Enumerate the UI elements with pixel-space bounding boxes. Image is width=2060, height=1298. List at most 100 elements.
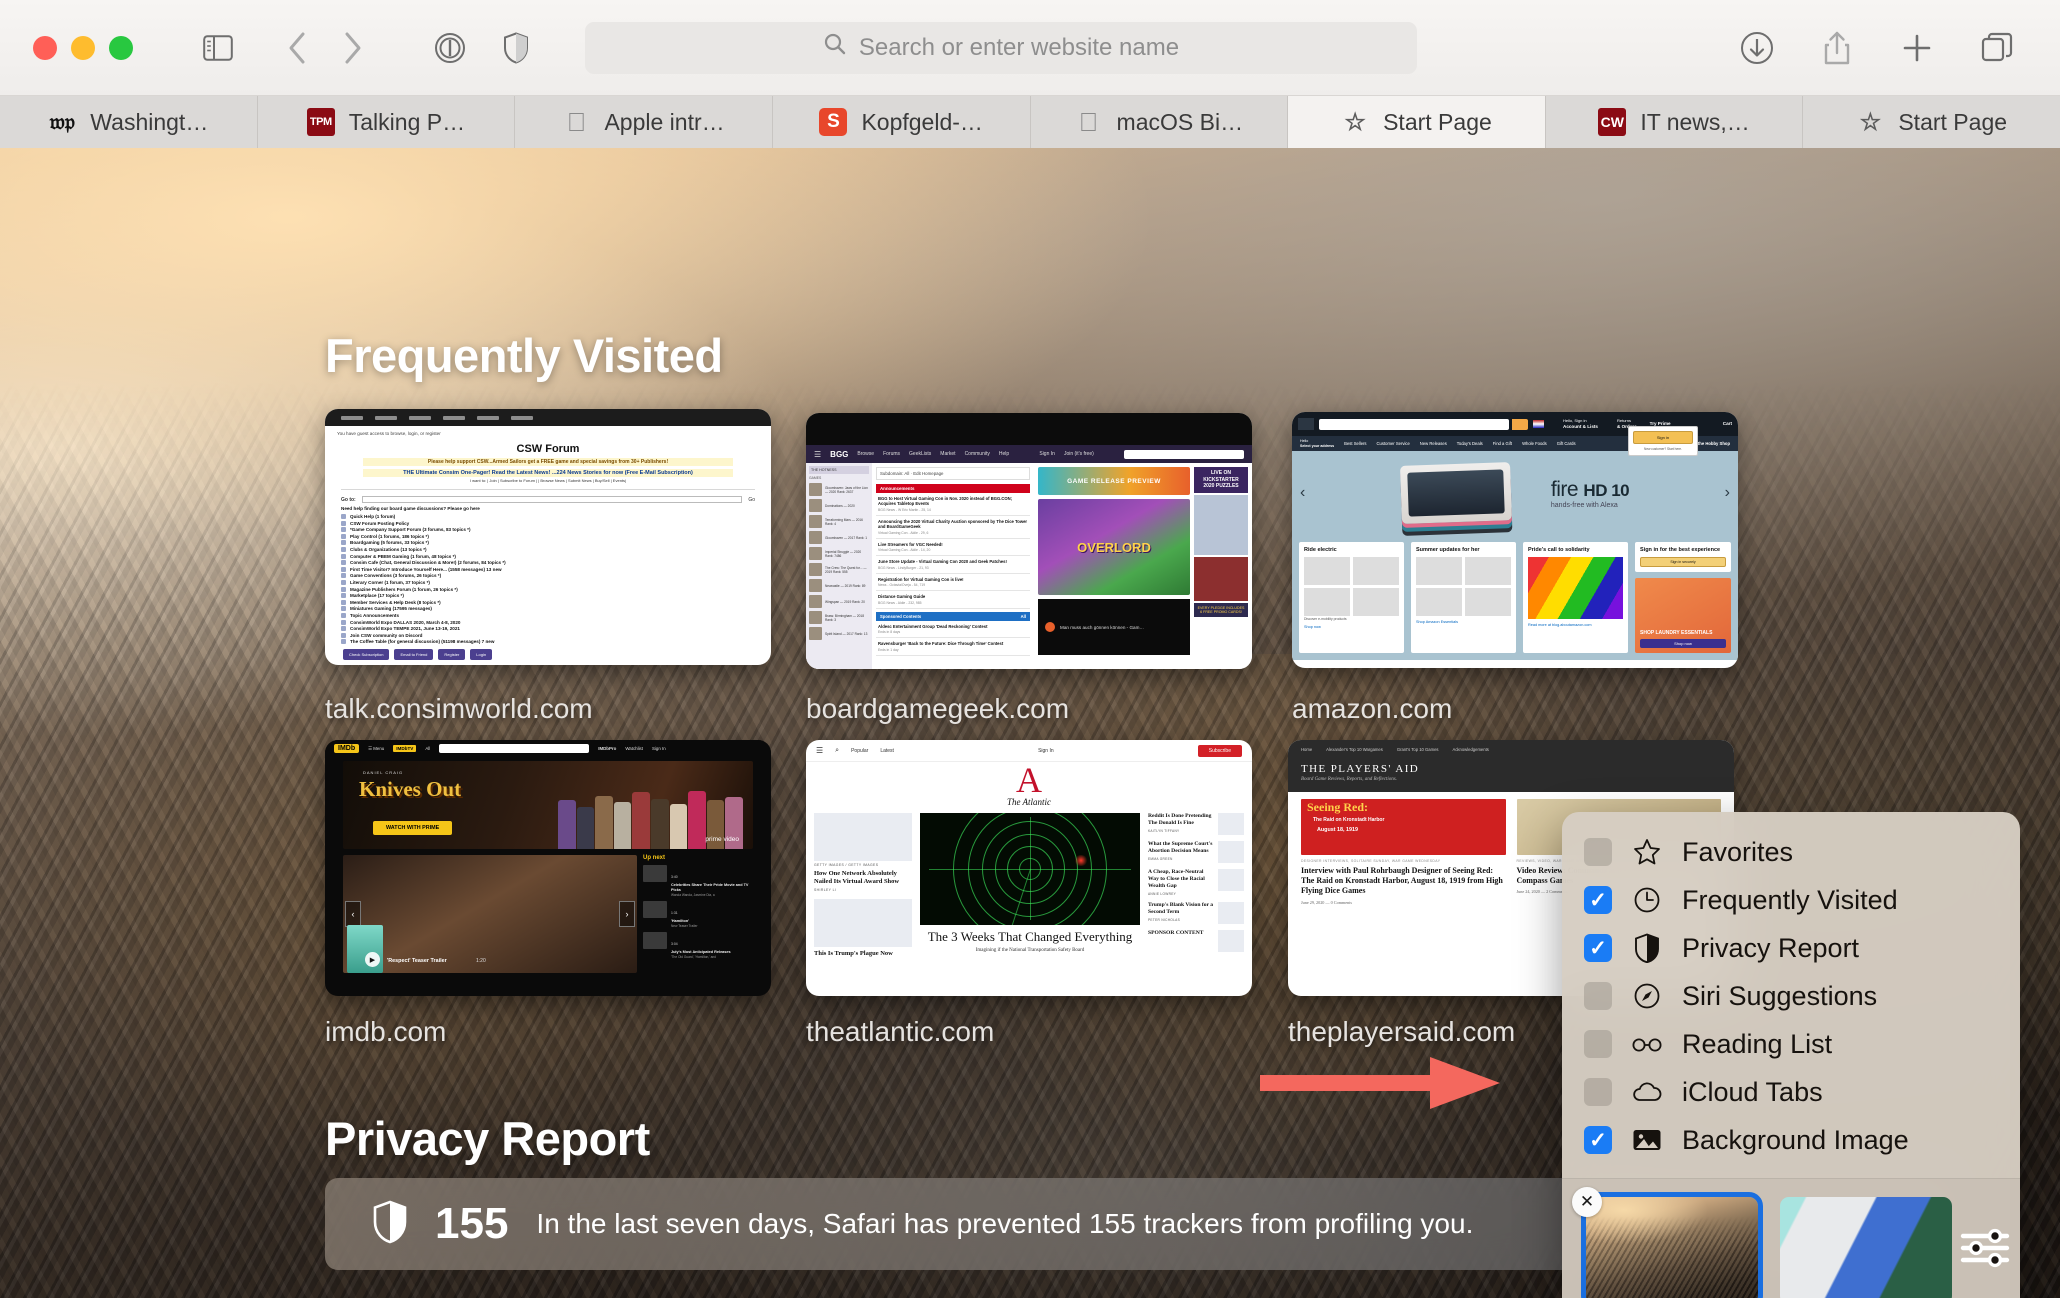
tile-theatlantic[interactable]: ☰ ⌕ Popular Latest Sign In Subscribe A The…	[806, 740, 1252, 996]
list-item[interactable]: *Game Company Support Forum (3 forums, 8…	[341, 527, 755, 533]
tile-imdb[interactable]: IMDb ☰ Menu IMDbTV All IMDbPro Watchlist…	[325, 740, 771, 996]
list-item[interactable]: Wingspan — 2019 Rank: 20	[809, 595, 869, 608]
list-item[interactable]: Reddit Is Done Pretending The Donald Is …	[1148, 812, 1244, 835]
tab-macos-big-sur[interactable]:  macOS Bi…	[1030, 96, 1289, 148]
popover-item-frequently-visited[interactable]: Frequently Visited	[1562, 876, 2020, 924]
big-sur-photo-thumbnail[interactable]	[1581, 1192, 1763, 1298]
frequently-visited-checkbox[interactable]	[1584, 886, 1612, 914]
background-image-checkbox[interactable]	[1584, 1126, 1612, 1154]
players-aid-post-1[interactable]: Seeing Red: The Raid on Kronstadt Harbor…	[1301, 799, 1506, 905]
amazon-laundry-ad[interactable]: SHOP LAUNDRY ESSENTIALS Shop now	[1635, 578, 1731, 653]
list-item[interactable]: Topic Announcements	[341, 612, 755, 618]
list-item[interactable]: Computer & PBEM Gaming (1 forum, 48 topi…	[341, 553, 755, 559]
popover-item-siri-suggestions[interactable]: Siri Suggestions	[1562, 972, 2020, 1020]
close-icon[interactable]: ✕	[1572, 1187, 1602, 1217]
tab-kopfgeld[interactable]: S Kopfgeld-…	[772, 96, 1031, 148]
favorites-checkbox[interactable]	[1584, 838, 1612, 866]
list-item[interactable]: Distance Gaming Guide BGG News - Aldie - …	[876, 591, 1030, 609]
list-item[interactable]: Play Control (1 forums, 186 topics *)	[341, 533, 755, 539]
tab-overview-icon[interactable]	[1974, 25, 2020, 71]
csw-buttons[interactable]: Check Subscription Email to Friend Registe…	[343, 649, 753, 661]
maximize-window-button[interactable]	[109, 35, 133, 60]
amazon-signin-popover[interactable]: Sign in New customer? Start here.	[1628, 426, 1698, 456]
tab-apple-intro[interactable]:  Apple intr…	[515, 96, 773, 148]
tab-washington-post[interactable]: 𝔴𝔭 Washingt…	[0, 96, 258, 148]
customize-start-page-button[interactable]	[1952, 1220, 2018, 1280]
list-item[interactable]: Boardgaming (5 forums, 33 topics *)	[341, 540, 755, 546]
downloads-icon[interactable]	[1734, 25, 1780, 71]
list-item[interactable]: 3:40 Celebrities Share Their Pride Movie …	[643, 865, 753, 897]
amazon-signin-card[interactable]: Sign in for the best experience Sign in …	[1635, 542, 1731, 572]
list-item[interactable]: Member Services & Help Desk (8 topics *)	[341, 599, 755, 605]
imdb-prev-arrow[interactable]: ‹	[345, 901, 361, 927]
list-item[interactable]: Join CSW community on Discord	[341, 632, 755, 638]
list-item[interactable]: Literary Corner (1 forum, 37 topics *)	[341, 579, 755, 585]
amazon-card-ride-electric[interactable]: Ride electric Discover e-mobility produc…	[1299, 542, 1404, 653]
list-item[interactable]: Quick Help (1 forum)	[341, 514, 755, 519]
list-item[interactable]: What the Supreme Court's Abortion Decisi…	[1148, 840, 1244, 863]
amazon-card-summer[interactable]: Summer updates for her Shop Amazon Essen…	[1411, 542, 1516, 653]
address-bar[interactable]: Search or enter website name	[585, 21, 1417, 74]
amazon-account[interactable]: Hello, Sign in Account & Lists	[1563, 418, 1598, 430]
play-icon[interactable]: ▶	[365, 952, 380, 967]
back-chevron-icon[interactable]	[275, 25, 321, 71]
atlantic-subscribe-button[interactable]: Subscribe	[1197, 744, 1242, 757]
icloud-tabs-checkbox[interactable]	[1584, 1078, 1612, 1106]
list-item[interactable]: The Crew: The Quest for... — 2019 Rank: …	[809, 563, 869, 576]
list-item[interactable]: A Cheap, Race-Neutral Way to Close the R…	[1148, 868, 1244, 896]
close-window-button[interactable]	[33, 35, 57, 60]
list-item[interactable]: Marketplace (17 topics *)	[341, 593, 755, 599]
plus-icon[interactable]	[1894, 25, 1940, 71]
list-item[interactable]: Imperial Struggle — 2020 Rank: 7486	[809, 547, 869, 560]
share-icon[interactable]	[1814, 25, 1860, 71]
tab-start-page-second[interactable]: ☆ Start Page	[1803, 96, 2060, 148]
list-item[interactable]: Miniatures Gaming (17595 messages)	[341, 606, 755, 612]
list-item[interactable]: 3:04 July's Most Anticipated Releases 'The…	[643, 931, 753, 959]
list-item[interactable]: The Coffee Table (for general discussion…	[341, 639, 755, 645]
forward-chevron-icon[interactable]	[329, 25, 375, 71]
list-item[interactable]: ConsimWorld Expo DALLAS 2020, March 4-8,…	[341, 619, 755, 625]
imdb-search-input[interactable]	[439, 744, 590, 753]
bgg-search-input[interactable]	[1124, 449, 1244, 459]
imdb-video-player[interactable]: ‹ › ▶ 'Respect' Teaser Trailer 1:20	[343, 855, 637, 973]
list-item[interactable]: Ravensburger 'Back to the Future: Dice T…	[876, 638, 1030, 656]
list-item[interactable]: BGG to Host Virtual Gaming Con in Nov. 2…	[876, 493, 1030, 516]
list-item[interactable]: Dominations — 2020	[809, 499, 869, 512]
list-item[interactable]: Terraforming Mars — 2016 Rank: 4	[809, 515, 869, 528]
bgg-video[interactable]: Man muss auch gönnen können - Gam…	[1038, 599, 1190, 655]
list-item[interactable]: Newcastle — 2019 Rank: 89	[809, 579, 869, 592]
amazon-search-input[interactable]	[1319, 418, 1509, 430]
list-item[interactable]: First Time Visitor? Introduce Yourself H…	[341, 566, 755, 572]
tab-it-news[interactable]: CW IT news,…	[1545, 96, 1804, 148]
tab-talking-points-memo[interactable]: TPM Talking P…	[257, 96, 516, 148]
tile-boardgamegeek[interactable]: ☰ BGG Browse Forums GeekLists Market Commu…	[806, 413, 1252, 669]
list-item[interactable]: Spirit Island — 2017 Rank: 13	[809, 627, 869, 640]
csw-goto-input[interactable]	[361, 496, 743, 503]
siri-suggestions-checkbox[interactable]	[1584, 982, 1612, 1010]
list-item[interactable]: Consim Cafe (Chat, General Discussion & …	[341, 560, 755, 566]
csw-go-button[interactable]: Go	[748, 497, 755, 503]
list-item[interactable]: Trump's Blank Vision for a Second Term PE…	[1148, 901, 1244, 924]
list-item[interactable]: Clubs & Organizations (13 topics *)	[341, 546, 755, 552]
imdb-next-arrow[interactable]: ›	[619, 901, 635, 927]
popover-item-icloud-tabs[interactable]: iCloud Tabs	[1562, 1068, 2020, 1116]
popover-item-privacy-report[interactable]: Privacy Report	[1562, 924, 2020, 972]
reading-list-checkbox[interactable]	[1584, 1030, 1612, 1058]
list-item[interactable]: Game Conventions (3 forums, 26 topics *)	[341, 573, 755, 579]
imdb-hero-knives-out[interactable]: DANIEL CRAIG Knives Out WATCH WITH PRIME…	[343, 761, 753, 849]
list-item[interactable]: Gloomhaven — 2017 Rank: 1	[809, 531, 869, 544]
popover-item-background-image[interactable]: Background Image	[1562, 1116, 2020, 1164]
abstract-stripes-thumbnail[interactable]	[1780, 1197, 1952, 1298]
list-item[interactable]: June Store Update - Virtual Gaming Con 2…	[876, 556, 1030, 574]
privacy-shield-icon[interactable]	[493, 25, 539, 71]
list-item[interactable]: SPONSOR CONTENT	[1148, 929, 1244, 952]
list-item[interactable]: ConsimWorld Expo TEMPE 2021, June 13-19,…	[341, 626, 755, 632]
reader-view-icon[interactable]	[427, 25, 473, 71]
tile-talk-consimworld[interactable]: You have guest access to browse, login, …	[325, 409, 771, 665]
list-item[interactable]: Announcing the 2020 Virtual Charity Auct…	[876, 516, 1030, 539]
list-item[interactable]: Magazine Publishers Forum (1 forum, 26 t…	[341, 586, 755, 592]
tile-amazon[interactable]: Hello, Sign in Account & Lists Returns & O…	[1292, 412, 1738, 668]
amazon-next-arrow[interactable]: ›	[1725, 484, 1730, 502]
list-item[interactable]: Aldesc Entertainment Group 'Dead Reckoni…	[876, 621, 1030, 639]
sidebar-icon[interactable]	[195, 25, 241, 71]
